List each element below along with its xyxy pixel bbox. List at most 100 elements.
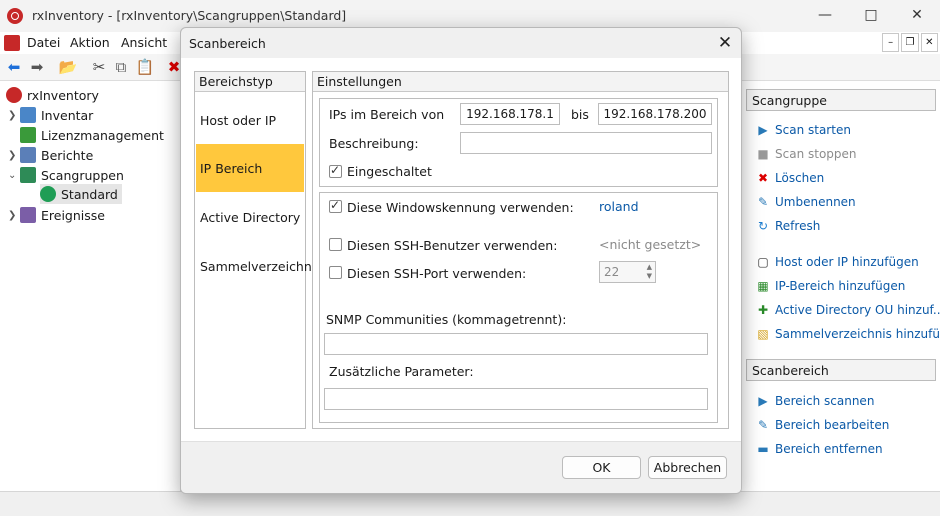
windows-credential-checkbox[interactable] <box>329 198 342 213</box>
paste-icon[interactable]: 📋 <box>136 58 155 76</box>
bereichstyp-panel: Bereichstyp Host oder IP IP Bereich Acti… <box>194 71 322 429</box>
remove-range-icon: ▬ <box>757 442 769 456</box>
action-umbenennen[interactable]: ✎ Umbenennen <box>756 193 856 211</box>
action-sammelverzeichnis-hinzufuegen[interactable]: ▧ Sammelverzeichnis hinzufü... <box>756 325 940 343</box>
action-loeschen[interactable]: ✖ Löschen <box>756 169 824 187</box>
action-refresh[interactable]: ↻ Refresh <box>756 217 820 235</box>
tree-item-scangruppen[interactable]: ⌄ Scangruppen <box>8 165 124 185</box>
ad-ou-add-icon: ✚ <box>757 303 769 317</box>
ip-range-add-icon: ▦ <box>757 279 769 293</box>
forward-arrow-icon[interactable]: ➡ <box>28 58 46 76</box>
description-input[interactable] <box>460 132 712 154</box>
chevron-right-icon[interactable]: ❯ <box>8 210 20 221</box>
snmp-label: SNMP Communities (kommagetrennt): <box>326 312 567 327</box>
mdi-minimize-button[interactable]: – <box>882 33 900 52</box>
mdi-controls: – ❐ ✕ <box>882 33 938 53</box>
description-label: Beschreibung: <box>329 136 419 151</box>
scangroups-icon <box>20 167 36 183</box>
action-scan-stoppen[interactable]: ■ Scan stoppen <box>756 145 856 163</box>
windows-credential-label: Diese Windowskennung verwenden: <box>347 200 574 215</box>
rxinventory-icon <box>6 87 22 103</box>
mdi-close-button[interactable]: ✕ <box>920 33 938 52</box>
scan-range-icon: ▶ <box>758 394 768 408</box>
ssh-port-label: Diesen SSH-Port verwenden: <box>347 266 527 281</box>
scan-start-icon: ▶ <box>758 123 768 137</box>
params-label: Zusätzliche Parameter: <box>329 364 474 379</box>
ssh-user-value: <nicht gesetzt> <box>599 237 702 252</box>
app-logo-icon <box>7 8 23 24</box>
maximize-button[interactable]: □ <box>848 0 894 30</box>
type-ip-bereich[interactable]: IP Bereich <box>196 144 304 192</box>
inventory-icon <box>20 107 36 123</box>
tree-item-inventar[interactable]: ❯ Inventar <box>8 105 93 125</box>
minimize-button[interactable]: — <box>802 0 848 30</box>
type-sammelverzeichnis[interactable]: Sammelverzeichnis <box>196 242 322 290</box>
dialog-title: Scanbereich <box>189 36 266 51</box>
bis-label: bis <box>571 107 589 122</box>
action-bereich-scannen[interactable]: ▶ Bereich scannen <box>756 392 874 410</box>
ip-from-input[interactable]: 192.168.178.1 <box>460 103 560 125</box>
einstellungen-panel: Einstellungen IPs im Bereich von 192.168… <box>312 71 729 429</box>
ssh-port-checkbox[interactable] <box>329 266 342 279</box>
cancel-button[interactable]: Abbrechen <box>648 456 727 479</box>
action-scan-starten[interactable]: ▶ Scan starten <box>756 121 851 139</box>
chevron-down-icon[interactable]: ⌄ <box>8 170 20 181</box>
ssh-port-spinner[interactable]: 22 ▲ ▼ <box>599 261 656 283</box>
enabled-checkbox[interactable] <box>329 163 342 178</box>
copy-icon[interactable]: ⧉ <box>112 58 130 76</box>
ssh-user-label: Diesen SSH-Benutzer verwenden: <box>347 238 558 253</box>
action-bereich-entfernen[interactable]: ▬ Bereich entfernen <box>756 440 882 458</box>
rename-icon: ✎ <box>757 195 769 209</box>
close-window-button[interactable]: ✕ <box>894 0 940 30</box>
chevron-right-icon[interactable]: ❯ <box>8 110 20 121</box>
ssh-user-checkbox[interactable] <box>329 238 342 251</box>
params-input[interactable] <box>324 388 708 410</box>
action-ad-ou-hinzufuegen[interactable]: ✚ Active Directory OU hinzuf... <box>756 301 940 319</box>
scanbereich-dialog: Scanbereich ✕ Bereichstyp Host oder IP I… <box>180 27 742 494</box>
ip-range-label: IPs im Bereich von <box>329 107 445 122</box>
reports-icon <box>20 147 36 163</box>
ip-to-input[interactable]: 192.168.178.200 <box>598 103 712 125</box>
chevron-right-icon[interactable]: ❯ <box>8 150 20 161</box>
menu-aktion[interactable]: Aktion <box>70 35 110 50</box>
delete-icon: ✖ <box>757 171 769 185</box>
window-title: rxInventory - [rxInventory\Scangruppen\S… <box>32 8 347 23</box>
action-bereich-bearbeiten[interactable]: ✎ Bereich bearbeiten <box>756 416 889 434</box>
ok-button[interactable]: OK <box>562 456 641 479</box>
tree-item-berichte[interactable]: ❯ Berichte <box>8 145 93 165</box>
scan-stop-icon: ■ <box>757 147 769 161</box>
cut-icon[interactable]: ✂ <box>90 58 108 76</box>
type-active-directory[interactable]: Active Directory <box>196 193 304 241</box>
dialog-close-button[interactable]: ✕ <box>713 31 737 55</box>
events-icon <box>20 207 36 223</box>
actions-header-scangruppe: Scangruppe <box>746 89 936 111</box>
action-host-hinzufuegen[interactable]: ▢ Host oder IP hinzufügen <box>756 253 918 271</box>
actions-header-scanbereich: Scanbereich <box>746 359 936 381</box>
tree-root[interactable]: rxInventory <box>6 85 99 105</box>
windows-credential-link[interactable]: roland <box>599 199 639 214</box>
tree-item-lizenzmanagement[interactable]: Lizenzmanagement <box>8 125 164 145</box>
folder-add-icon: ▧ <box>757 327 769 341</box>
navigation-tree: rxInventory ❯ Inventar Lizenzmanagement … <box>0 81 181 491</box>
bereichstyp-title: Bereichstyp <box>195 72 305 92</box>
scangroup-icon <box>40 186 56 202</box>
tree-item-standard[interactable]: Standard <box>40 184 122 204</box>
enabled-label: Eingeschaltet <box>347 164 432 179</box>
refresh-icon: ↻ <box>757 219 769 233</box>
spinner-arrows-icon[interactable]: ▲ ▼ <box>647 263 652 281</box>
tree-item-ereignisse[interactable]: ❯ Ereignisse <box>8 205 105 225</box>
mdi-restore-button[interactable]: ❐ <box>901 33 919 52</box>
folder-up-icon[interactable]: 📂 <box>59 58 78 76</box>
einstellungen-title: Einstellungen <box>313 72 728 92</box>
status-bar <box>0 491 940 516</box>
system-menu-icon[interactable] <box>4 35 20 51</box>
host-add-icon: ▢ <box>757 255 769 269</box>
menu-ansicht[interactable]: Ansicht <box>121 35 167 50</box>
action-ip-bereich-hinzufuegen[interactable]: ▦ IP-Bereich hinzufügen <box>756 277 905 295</box>
menu-datei[interactable]: Datei <box>27 35 60 50</box>
type-host-oder-ip[interactable]: Host oder IP <box>196 96 304 144</box>
license-icon <box>20 127 36 143</box>
snmp-input[interactable] <box>324 333 708 355</box>
back-arrow-icon[interactable]: ⬅ <box>5 58 23 76</box>
edit-range-icon: ✎ <box>757 418 769 432</box>
